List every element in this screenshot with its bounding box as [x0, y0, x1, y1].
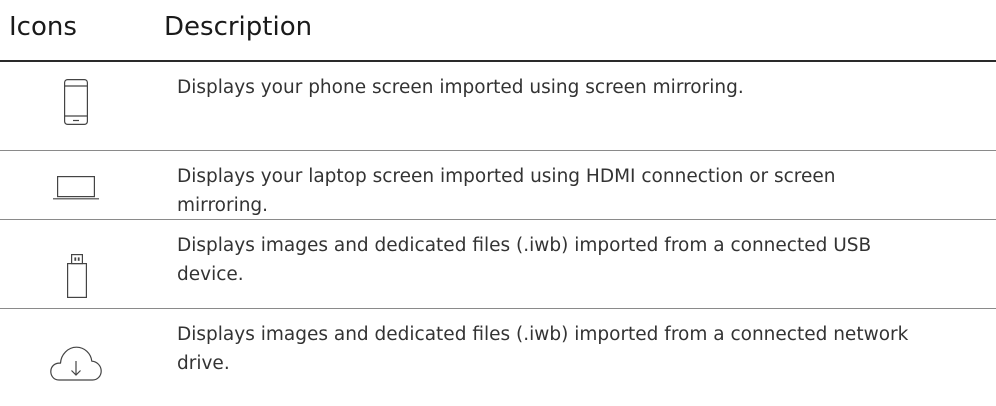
table-row: Displays images and dedicated files (.iw… [0, 309, 996, 406]
table-row: Displays your laptop screen imported usi… [0, 151, 996, 220]
table-row: Displays your phone screen imported usin… [0, 62, 996, 151]
column-header-description: Description [164, 12, 313, 42]
row-description: Displays your laptop screen imported usi… [177, 166, 836, 216]
icon-cell [0, 220, 164, 308]
table-row: Displays images and dedicated files (.iw… [0, 220, 996, 309]
cloud-download-icon [50, 346, 102, 381]
column-header-icons: Icons [9, 12, 77, 42]
icon-cell [0, 62, 164, 150]
row-description: Displays images and dedicated files (.iw… [177, 235, 872, 285]
phone-icon [64, 79, 88, 125]
table-header: Icons Description [0, 0, 996, 62]
laptop-icon [53, 176, 99, 200]
usb-drive-icon [67, 254, 87, 298]
icon-cell [0, 151, 164, 219]
row-description: Displays images and dedicated files (.iw… [177, 324, 909, 374]
icon-cell [0, 309, 164, 406]
row-description: Displays your phone screen imported usin… [177, 77, 744, 98]
